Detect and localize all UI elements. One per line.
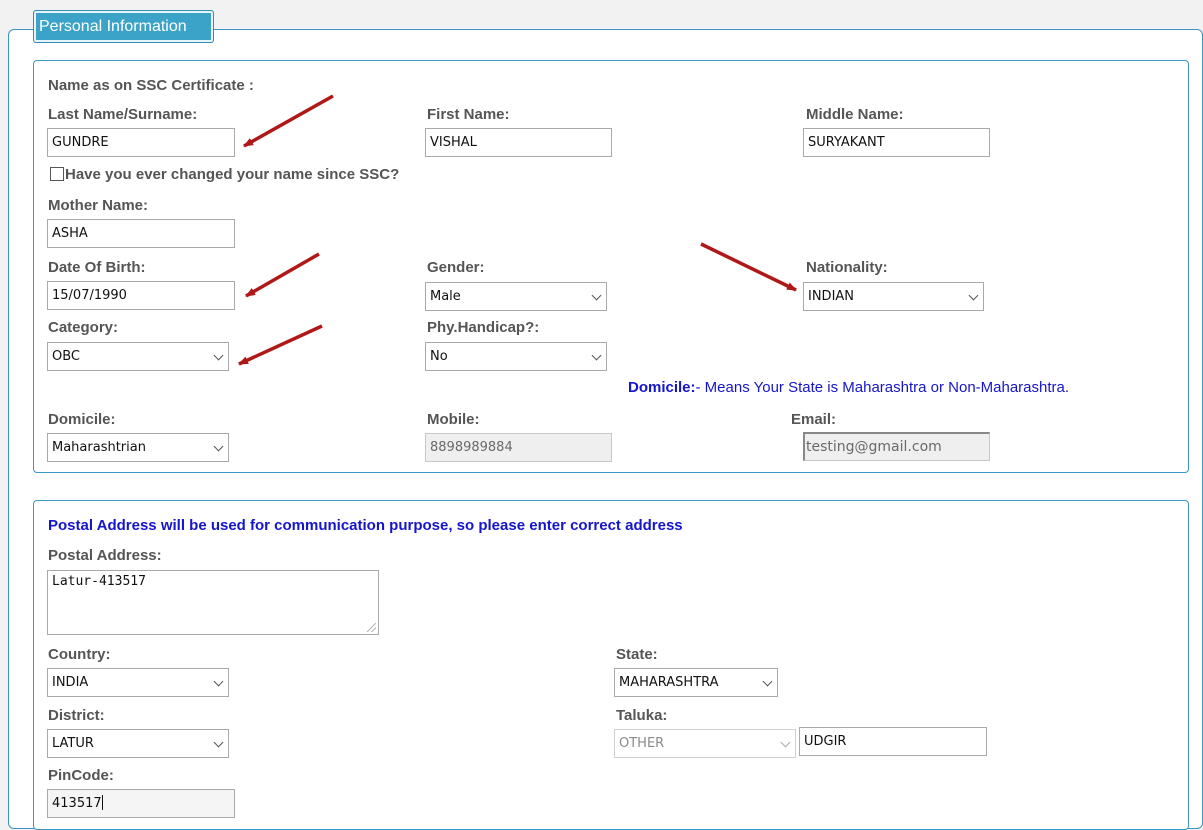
taluka-label: Taluka: xyxy=(616,707,668,724)
phy-handicap-select[interactable]: No xyxy=(425,342,607,371)
name-changed-checkbox[interactable] xyxy=(50,167,64,181)
category-label: Category: xyxy=(48,319,119,336)
country-select[interactable]: INDIA xyxy=(47,668,229,697)
mobile-label: Mobile: xyxy=(427,411,480,428)
nationality-selected: INDIAN xyxy=(808,289,855,304)
phy-handicap-label: Phy.Handicap?: xyxy=(427,319,540,336)
country-label: Country: xyxy=(48,646,111,663)
category-select[interactable]: OBC xyxy=(47,342,229,371)
district-select[interactable]: LATUR xyxy=(47,729,229,758)
gender-label: Gender: xyxy=(427,259,485,276)
postal-address-label: Postal Address: xyxy=(48,547,162,564)
taluka-select: OTHER xyxy=(614,729,796,758)
chevron-down-icon xyxy=(213,737,224,748)
domicile-note-text: - Means Your State is Maharashtra or Non… xyxy=(695,379,1070,396)
email-input: testing@gmail.com xyxy=(803,432,990,461)
email-label: Email: xyxy=(791,411,837,428)
address-notice: Postal Address will be used for communic… xyxy=(48,517,683,534)
middle-name-input[interactable]: SURYAKANT xyxy=(803,128,990,157)
gender-select[interactable]: Male xyxy=(425,282,607,311)
pincode-label: PinCode: xyxy=(48,767,114,784)
district-selected: LATUR xyxy=(52,736,94,751)
taluka-other-input[interactable]: UDGIR xyxy=(799,727,987,756)
last-name-input[interactable]: GUNDRE xyxy=(47,128,235,157)
name-heading: Name as on SSC Certificate : xyxy=(48,77,254,94)
domicile-note-strong: Domicile: xyxy=(628,379,696,396)
chevron-down-icon xyxy=(213,441,224,452)
mother-name-input[interactable]: ASHA xyxy=(47,219,235,248)
first-name-label: First Name: xyxy=(427,106,510,123)
first-name-input[interactable]: VISHAL xyxy=(425,128,612,157)
postal-address-section xyxy=(33,500,1189,830)
state-label: State: xyxy=(616,646,658,663)
postal-address-value: Latur-413517 xyxy=(52,574,146,589)
domicile-note: Domicile:- Means Your State is Maharasht… xyxy=(628,379,1069,396)
chevron-down-icon xyxy=(968,290,979,301)
resize-grip-icon[interactable] xyxy=(367,623,376,632)
dob-label: Date Of Birth: xyxy=(48,259,146,276)
nationality-label: Nationality: xyxy=(806,259,888,276)
middle-name-label: Middle Name: xyxy=(806,106,904,123)
district-label: District: xyxy=(48,707,105,724)
mother-name-label: Mother Name: xyxy=(48,197,149,214)
country-selected: INDIA xyxy=(52,675,89,690)
pincode-input[interactable]: 413517 xyxy=(47,789,235,818)
chevron-down-icon xyxy=(591,290,602,301)
state-select[interactable]: MAHARASHTRA xyxy=(614,668,778,697)
chevron-down-icon xyxy=(213,350,224,361)
domicile-select[interactable]: Maharashtrian xyxy=(47,433,229,462)
name-changed-label: Have you ever changed your name since SS… xyxy=(65,166,400,183)
state-selected: MAHARASHTRA xyxy=(619,675,719,690)
chevron-down-icon xyxy=(762,676,773,687)
nationality-select[interactable]: INDIAN xyxy=(803,282,984,311)
last-name-label: Last Name/Surname: xyxy=(48,106,198,123)
domicile-label: Domicile: xyxy=(48,411,116,428)
category-selected: OBC xyxy=(52,349,80,364)
mobile-input: 8898989884 xyxy=(425,433,612,462)
domicile-selected: Maharashtrian xyxy=(52,440,146,455)
dob-input[interactable]: 15/07/1990 xyxy=(47,281,235,310)
chevron-down-icon xyxy=(780,737,791,748)
gender-selected: Male xyxy=(430,289,461,304)
fieldset-legend: Personal Information xyxy=(33,10,214,43)
text-cursor xyxy=(101,795,103,810)
personal-details-section xyxy=(33,60,1189,473)
postal-address-textarea[interactable]: Latur-413517 xyxy=(47,570,379,635)
pincode-value: 413517 xyxy=(52,796,102,811)
taluka-selected: OTHER xyxy=(619,736,665,751)
phy-handicap-selected: No xyxy=(430,349,448,364)
chevron-down-icon xyxy=(591,350,602,361)
chevron-down-icon xyxy=(213,676,224,687)
